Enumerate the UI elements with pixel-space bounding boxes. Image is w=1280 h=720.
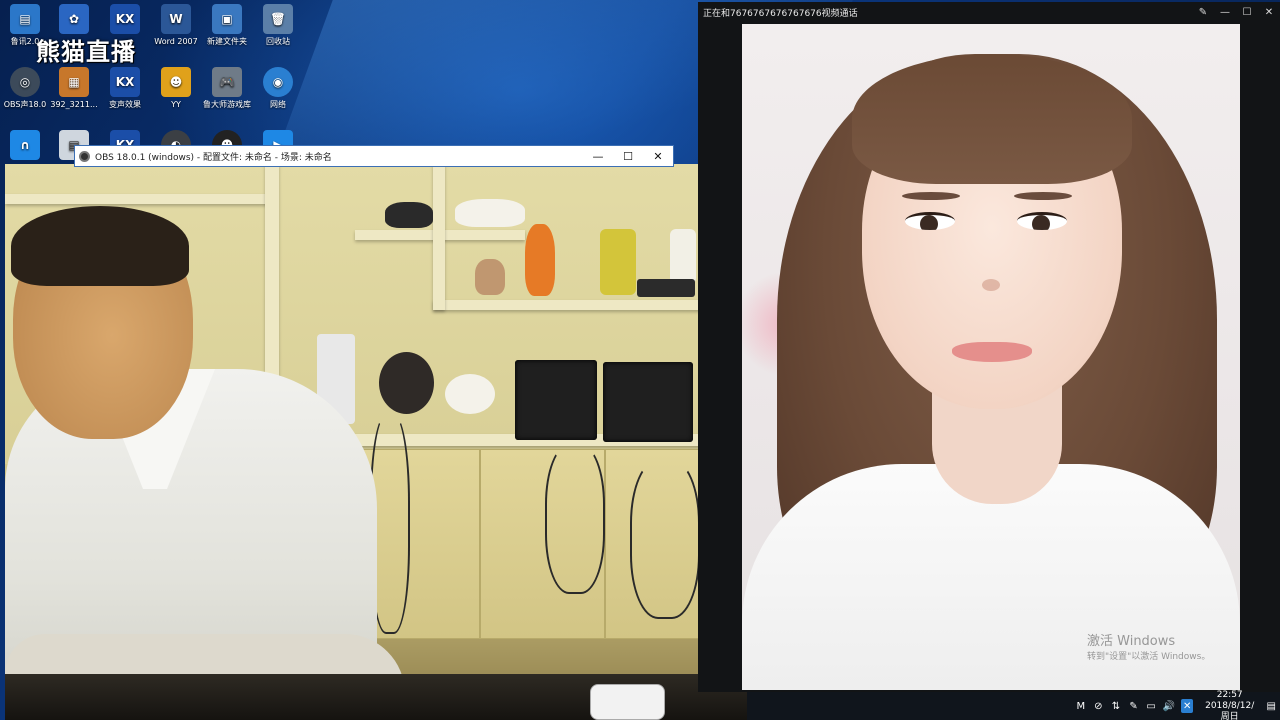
system-tray: M ⊘ ⇅ ✎ ▭ 🔊 ✕ 22:57 2018/8/12/周日 ▤	[1072, 690, 1280, 720]
app-icon: ∩	[10, 130, 40, 160]
shelf-post	[433, 164, 445, 310]
taskbar	[747, 692, 1072, 720]
notification-icon[interactable]: ▤	[1265, 699, 1277, 713]
white-toy	[455, 199, 525, 227]
minimize-button[interactable]: —	[1214, 2, 1236, 22]
eye	[1017, 212, 1067, 230]
kx-icon: KX	[110, 67, 140, 97]
network-icon: ◉	[263, 67, 293, 97]
shelf-board	[433, 300, 733, 310]
cup	[670, 229, 696, 284]
activate-windows-title: 激活 Windows	[1087, 634, 1176, 649]
recycle-bin-icon: 🗑	[263, 4, 293, 34]
network-traffic-icon[interactable]: ⇅	[1110, 699, 1122, 713]
pen-icon[interactable]: ✎	[1128, 699, 1140, 713]
speaker-left	[515, 360, 597, 440]
desktop-icon-label: 网络	[270, 100, 286, 109]
clock[interactable]: 22:57 2018/8/12/周日	[1202, 690, 1258, 720]
speaker-right	[603, 362, 693, 442]
volume-icon[interactable]: 🔊	[1163, 699, 1175, 713]
panda-live-watermark: 熊猫直播	[36, 38, 136, 66]
desktop-icon-label: 回收站	[266, 37, 290, 46]
shelf-board	[5, 194, 275, 204]
cable	[545, 444, 605, 594]
yy-icon: ☻	[161, 67, 191, 97]
display-icon[interactable]: ▭	[1145, 699, 1157, 713]
man-hair	[11, 206, 189, 286]
close-button[interactable]: ✕	[643, 146, 673, 166]
webcam-preview	[5, 164, 747, 720]
clock-date: 2018/8/12/周日	[1205, 700, 1255, 720]
m-app-icon[interactable]: M	[1075, 699, 1087, 713]
obs-window-title: OBS 18.0.1 (windows) - 配置文件: 未命名 - 场景: 未…	[95, 152, 332, 163]
white-device-on-desk	[590, 684, 665, 720]
security-icon[interactable]: ⊘	[1093, 699, 1105, 713]
gamepad-icon: 🎮	[212, 67, 242, 97]
eyebrow	[902, 192, 960, 200]
plush-toy	[475, 259, 505, 295]
app-tray-icon[interactable]: ✕	[1181, 699, 1193, 713]
lips	[952, 342, 1032, 362]
eyebrow	[1014, 192, 1072, 200]
cable	[630, 459, 700, 619]
image-file-icon: ▦	[59, 67, 89, 97]
obs-icon: ◎	[10, 67, 40, 97]
minimize-button[interactable]: —	[583, 146, 613, 166]
bottle	[600, 229, 636, 295]
obs-window[interactable]: OBS 18.0.1 (windows) - 配置文件: 未命名 - 场景: 未…	[74, 145, 674, 167]
app-icon: ▤	[10, 4, 40, 34]
app-icon: ✿	[59, 4, 89, 34]
folder-icon: ▣	[212, 4, 242, 34]
desktop-icon-recycle-bin[interactable]: 🗑 回收站	[248, 4, 308, 47]
obs-logo-icon	[79, 150, 90, 162]
kx-icon: KX	[110, 4, 140, 34]
maximize-button[interactable]: ☐	[1236, 2, 1258, 22]
eye	[905, 212, 955, 230]
white-device	[445, 374, 495, 414]
word-icon: W	[161, 4, 191, 34]
pin-button[interactable]: ✎	[1192, 2, 1214, 22]
close-button[interactable]: ✕	[1258, 2, 1280, 22]
obs-title-bar[interactable]: OBS 18.0.1 (windows) - 配置文件: 未命名 - 场景: 未…	[75, 146, 673, 166]
desktop-icon-network[interactable]: ◉ 网络	[248, 67, 308, 110]
video-call-title-bar[interactable]: 正在和7676767676767676视频通话 ✎ — ☐ ✕	[698, 2, 1280, 22]
nose	[982, 279, 1000, 291]
clock-time: 22:57	[1216, 689, 1243, 700]
activate-windows-subtitle: 转到"设置"以激活 Windows。	[1087, 652, 1211, 662]
black-box	[637, 279, 695, 297]
orange-figure	[525, 224, 555, 296]
remote-video-feed: 激活 Windows 转到"设置"以激活 Windows。	[742, 24, 1240, 690]
woman-bangs	[852, 54, 1132, 184]
black-object	[385, 202, 433, 228]
maximize-button[interactable]: ☐	[613, 146, 643, 166]
hair-dryer	[379, 352, 434, 414]
video-call-window[interactable]: 正在和7676767676767676视频通话 ✎ — ☐ ✕ 激活 Windo…	[698, 2, 1280, 692]
video-call-title: 正在和7676767676767676视频通话	[703, 8, 858, 19]
